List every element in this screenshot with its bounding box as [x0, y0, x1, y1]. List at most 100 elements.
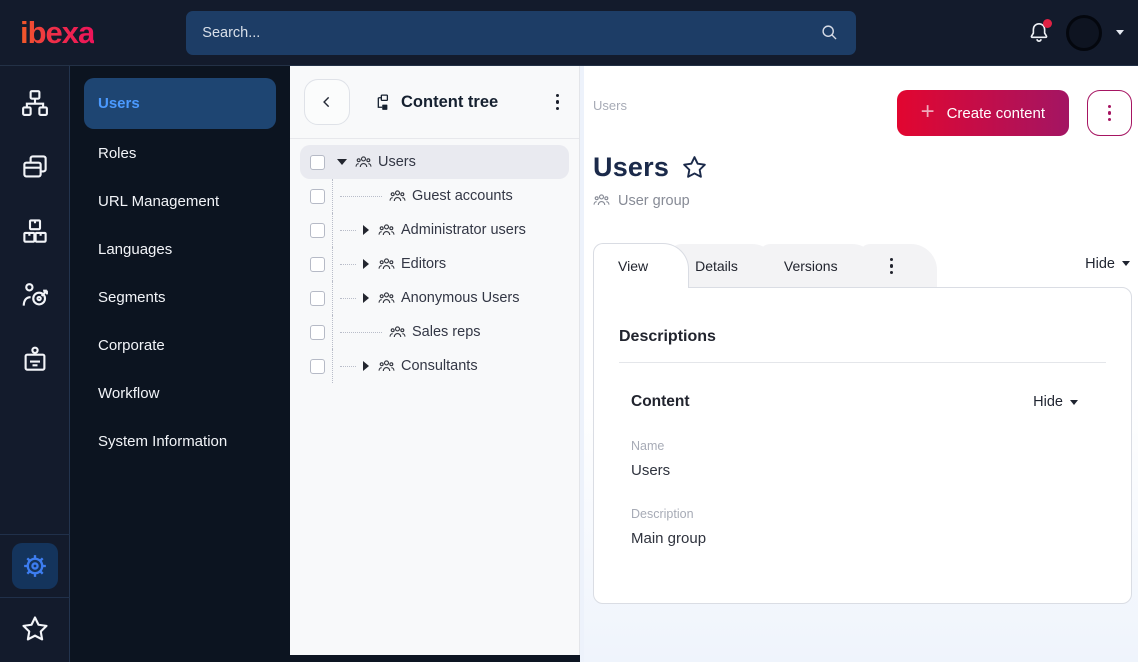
tree-guide-line [340, 229, 356, 231]
content-tree-title-group: Content tree [374, 93, 498, 112]
expand-caret-icon[interactable] [363, 361, 369, 371]
kebab-menu-icon [1107, 104, 1112, 122]
tree-row-checkbox[interactable] [310, 290, 325, 306]
content-section-header: Content Hide [631, 393, 1094, 411]
sidebar-item-workflow[interactable]: Workflow [84, 370, 276, 417]
plus-icon: + [920, 98, 935, 125]
personalization-icon [23, 284, 46, 306]
admin-badge-button[interactable] [14, 338, 56, 380]
content-section: Content Hide Name Users Description Main… [619, 363, 1106, 547]
tree-row-checkbox[interactable] [310, 256, 325, 272]
search-icon[interactable] [819, 22, 840, 43]
icon-rail [0, 66, 70, 662]
tree-row-checkbox[interactable] [310, 188, 325, 204]
tree-row-label: Sales reps [412, 324, 481, 340]
tree-row-consultants[interactable]: Consultants [300, 349, 569, 383]
gear-icon [24, 555, 46, 577]
tree-guide-line [332, 247, 333, 281]
page-options-button[interactable] [1087, 90, 1132, 136]
hide-section-toggle[interactable]: Hide [1033, 394, 1078, 410]
app-window: ibexa Search... Users Roles URL Manageme… [0, 0, 1138, 662]
user-group-icon [355, 154, 372, 171]
user-avatar[interactable] [1066, 14, 1102, 51]
products-icon [24, 220, 45, 241]
bookmarks-button[interactable] [14, 608, 56, 650]
user-menu-caret-icon[interactable] [1116, 30, 1124, 35]
star-icon [23, 618, 46, 640]
header-actions: + Create content [896, 90, 1132, 136]
tree-row-anonymous-users[interactable]: Anonymous Users [300, 281, 569, 315]
page-header: Users + Create content [593, 90, 1132, 136]
personalization-button[interactable] [14, 274, 56, 316]
sitemap-icon [23, 91, 47, 115]
chevron-left-icon [324, 97, 329, 106]
search-input[interactable] [202, 24, 820, 41]
caret-down-icon [1070, 399, 1078, 405]
top-bar: ibexa [0, 0, 1138, 66]
ibexa-logo[interactable]: ibexa [20, 15, 95, 51]
content-tree-icon [374, 93, 393, 112]
app-shell: Users Roles URL Management Languages Seg… [0, 66, 1138, 662]
expand-caret-icon[interactable] [363, 293, 369, 303]
badge-icon [25, 348, 44, 370]
sidebar-item-segments[interactable]: Segments [84, 274, 276, 321]
tree-row-administrator-users[interactable]: Administrator users [300, 213, 569, 247]
create-content-button[interactable]: + Create content [896, 90, 1069, 136]
sidebar-item-languages[interactable]: Languages [84, 226, 276, 273]
collapse-tree-button[interactable] [304, 79, 350, 125]
tree-row-guest-accounts[interactable]: Guest accounts [300, 179, 569, 213]
collapse-caret-icon[interactable] [337, 159, 347, 165]
field-label: Name [631, 439, 665, 453]
view-tab-card: Descriptions Content Hide Name Users Des… [593, 287, 1132, 604]
description-field: Description Main group [631, 507, 1094, 547]
sidebar-item-roles[interactable]: Roles [84, 130, 276, 177]
create-content-label: Create content [946, 104, 1045, 122]
tree-row-label: Guest accounts [412, 188, 513, 204]
tree-guide-line [340, 331, 382, 333]
notifications-button[interactable] [1026, 18, 1052, 46]
tree-row-editors[interactable]: Editors [300, 247, 569, 281]
tree-row-checkbox[interactable] [310, 358, 325, 374]
tree-row-checkbox[interactable] [310, 154, 325, 170]
user-group-icon [378, 222, 395, 239]
caret-down-icon [1122, 261, 1130, 266]
content-structure-button[interactable] [14, 82, 56, 124]
title-row: Users [593, 152, 1132, 183]
tree-guide-line [340, 263, 356, 265]
descriptions-heading: Descriptions [619, 328, 716, 345]
products-button[interactable] [14, 210, 56, 252]
pages-button[interactable] [14, 146, 56, 188]
tab-view[interactable]: View [593, 243, 690, 288]
tree-row-label: Users [378, 154, 416, 170]
breadcrumb[interactable]: Users [593, 98, 627, 113]
global-search [186, 10, 857, 55]
hide-all-toggle[interactable]: Hide [1085, 256, 1130, 272]
tree-row-checkbox[interactable] [310, 222, 325, 238]
sidebar-item-system-information[interactable]: System Information [84, 418, 276, 465]
user-group-icon [593, 192, 610, 209]
expand-caret-icon[interactable] [363, 225, 369, 235]
rail-divider [0, 597, 70, 598]
content-section-title: Content [631, 393, 690, 410]
tree-options-button[interactable] [550, 88, 566, 117]
tree-guide-line [332, 213, 333, 247]
tree-row-sales-reps[interactable]: Sales reps [300, 315, 569, 349]
tree-guide-line [340, 365, 356, 367]
tree-row-label: Anonymous Users [401, 290, 520, 306]
admin-sidebar: Users Roles URL Management Languages Seg… [70, 66, 290, 662]
tree-row-checkbox[interactable] [310, 324, 325, 340]
tree-row-users[interactable]: Users [300, 145, 569, 179]
content-tree-header: Content tree [290, 66, 579, 138]
expand-caret-icon[interactable] [363, 259, 369, 269]
sidebar-item-url-management[interactable]: URL Management [84, 178, 276, 225]
settings-button[interactable] [11, 543, 58, 589]
content-type-label: User group [618, 192, 690, 209]
tree-row-label: Editors [401, 256, 447, 272]
sidebar-item-corporate[interactable]: Corporate [84, 322, 276, 369]
hide-label: Hide [1033, 394, 1063, 410]
name-field: Name Users [631, 439, 1094, 479]
sidebar-item-users[interactable]: Users [84, 78, 276, 129]
main-content: Users + Create content Users User group … [584, 66, 1138, 662]
user-group-icon [389, 188, 406, 205]
bookmark-star-icon[interactable] [681, 154, 708, 181]
